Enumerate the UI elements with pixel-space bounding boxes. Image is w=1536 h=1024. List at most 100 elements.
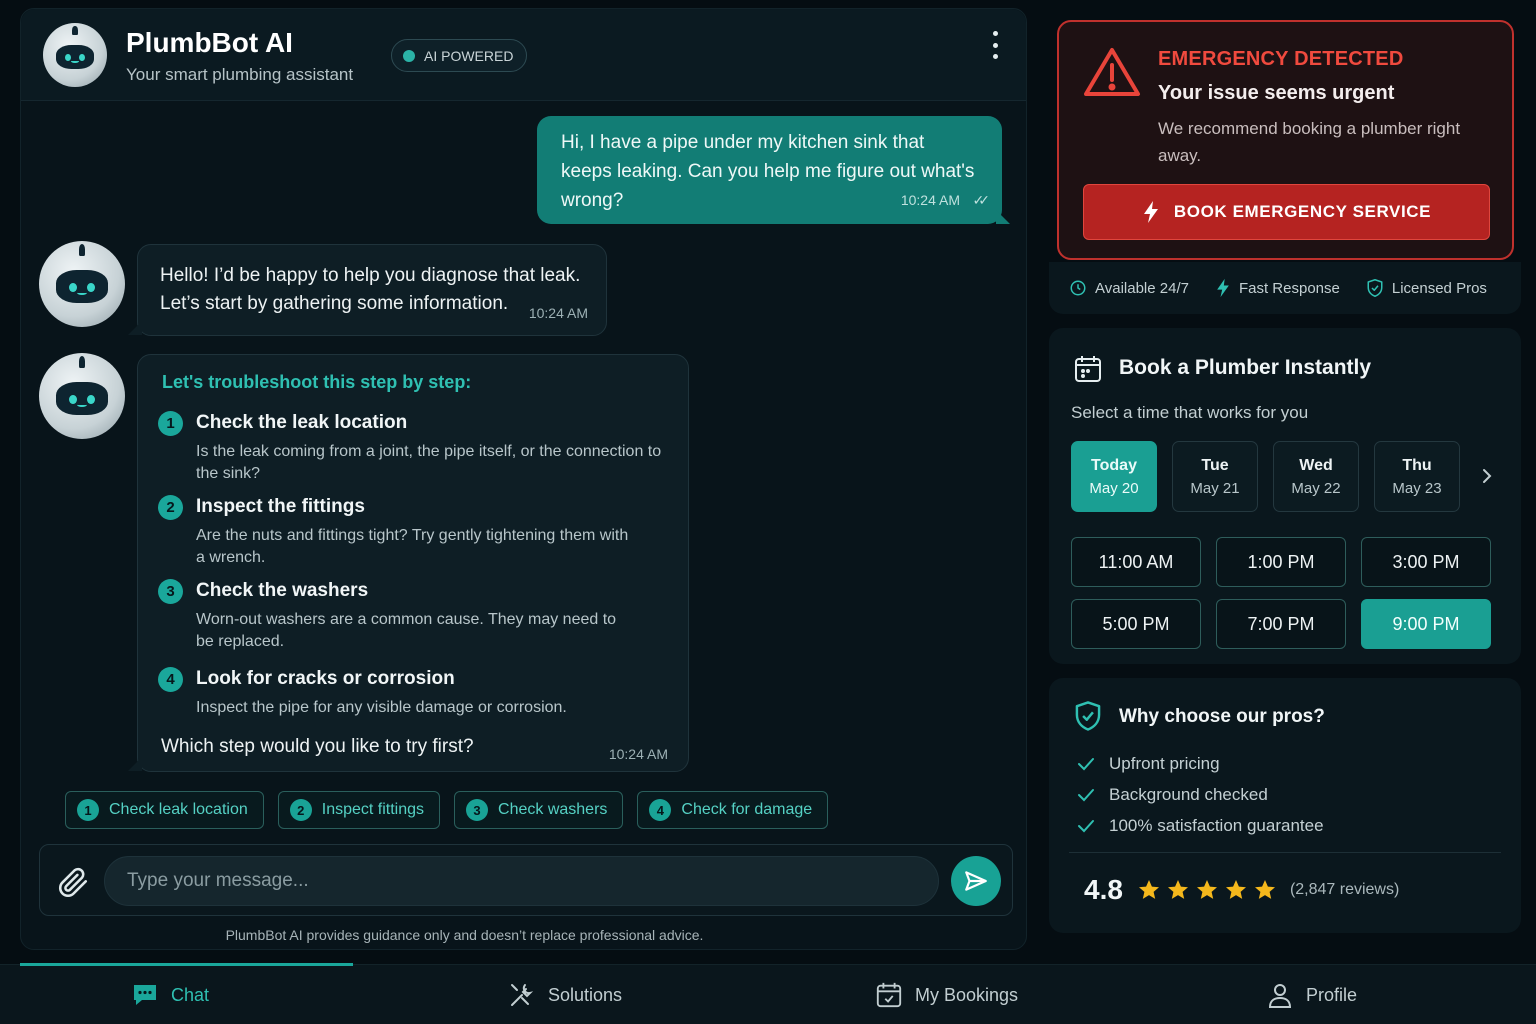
day-name: Thu bbox=[1402, 456, 1432, 474]
send-button[interactable] bbox=[951, 856, 1001, 906]
why-item-label: 100% satisfaction guarantee bbox=[1109, 815, 1324, 835]
why-item: 100% satisfaction guarantee bbox=[1077, 810, 1324, 841]
day-option[interactable]: Thu May 23 bbox=[1374, 441, 1460, 512]
time-slot[interactable]: 1:00 PM bbox=[1216, 537, 1346, 587]
nav-label: Solutions bbox=[548, 984, 623, 1005]
review-count: (2,847 reviews) bbox=[1289, 881, 1400, 898]
steps-title: Let's troubleshoot this step by step: bbox=[162, 372, 472, 392]
lightning-icon bbox=[1217, 278, 1229, 298]
why-item-label: Upfront pricing bbox=[1109, 753, 1220, 773]
feature-label: Fast Response bbox=[1238, 279, 1340, 297]
step-number: 3 bbox=[158, 579, 183, 604]
feature-label: Licensed Pros bbox=[1391, 279, 1487, 297]
bot-message-text: Hello! I’d be happy to help you diagnose… bbox=[160, 265, 581, 314]
nav-chat[interactable]: Chat bbox=[131, 981, 209, 1009]
step-desc: Worn-out washers are a common cause. The… bbox=[196, 611, 617, 650]
chip-number: 1 bbox=[77, 799, 99, 821]
day-option[interactable]: Tue May 21 bbox=[1172, 441, 1258, 512]
why-item-label: Background checked bbox=[1109, 784, 1268, 804]
day-name: Wed bbox=[1299, 456, 1333, 474]
step-number: 2 bbox=[158, 495, 183, 520]
more-options-icon[interactable] bbox=[987, 31, 1003, 59]
booking-title: Book a Plumber Instantly bbox=[1119, 356, 1372, 379]
time-slot[interactable]: 11:00 AM bbox=[1071, 537, 1201, 587]
chat-header: PlumbBot AI Your smart plumbing assistan… bbox=[21, 9, 1026, 101]
why-list: Upfront pricing Background checked 100% … bbox=[1077, 748, 1324, 841]
app-subtitle: Your smart plumbing assistant bbox=[126, 65, 354, 84]
day-name: Tue bbox=[1201, 456, 1229, 474]
nav-my-bookings[interactable]: My Bookings bbox=[875, 981, 1018, 1009]
feature-fast: Fast Response bbox=[1215, 278, 1340, 298]
rating-value: 4.8 bbox=[1084, 874, 1123, 905]
nav-label: My Bookings bbox=[915, 984, 1019, 1005]
time-slot[interactable]: 3:00 PM bbox=[1361, 537, 1491, 587]
bot-message: Hello! I’d be happy to help you diagnose… bbox=[128, 244, 607, 336]
message-time: 10:24 AM bbox=[900, 192, 960, 208]
lightning-icon bbox=[1143, 201, 1158, 223]
why-item: Background checked bbox=[1077, 779, 1324, 810]
chip-number: 4 bbox=[649, 799, 672, 821]
star-icon bbox=[1167, 880, 1188, 899]
chip-label: Check washers bbox=[498, 801, 608, 818]
features-bar: Available 24/7 Fast Response Licensed Pr… bbox=[1049, 262, 1521, 314]
nav-label: Profile bbox=[1306, 984, 1358, 1005]
chip-label: Inspect fittings bbox=[321, 801, 425, 818]
why-title: Why choose our pros? bbox=[1119, 706, 1325, 727]
step-number: 1 bbox=[158, 411, 183, 436]
step-title: Look for cracks or corrosion bbox=[196, 668, 455, 689]
day-option[interactable]: Wed May 22 bbox=[1273, 441, 1359, 512]
quick-reply-check-damage[interactable]: 4 Check for damage bbox=[637, 791, 829, 829]
check-icon bbox=[1078, 757, 1094, 770]
message-input[interactable] bbox=[104, 856, 939, 906]
rating: 4.8 (2,847 reviews) bbox=[1084, 874, 1399, 906]
nav-solutions[interactable]: Solutions bbox=[508, 981, 622, 1009]
paperclip-icon[interactable] bbox=[56, 865, 90, 899]
why-item: Upfront pricing bbox=[1077, 748, 1324, 779]
bottom-nav: Chat Solutions My Bookings Profile bbox=[0, 963, 1536, 1024]
app-title: PlumbBot AI bbox=[126, 27, 293, 58]
disclaimer: PlumbBot AI provides guidance only and d… bbox=[225, 927, 704, 943]
chat-panel: PlumbBot AI Your smart plumbing assistan… bbox=[20, 8, 1027, 950]
day-picker: Today May 20 Tue May 21 Wed May 22 Thu M… bbox=[1071, 441, 1460, 512]
why-choose-card: Why choose our pros? Upfront pricing Bac… bbox=[1049, 678, 1521, 933]
booking-subtitle: Select a time that works for you bbox=[1071, 403, 1309, 422]
message-composer bbox=[39, 844, 1013, 916]
emergency-label: EMERGENCY DETECTED bbox=[1158, 48, 1404, 70]
step-number: 4 bbox=[158, 667, 183, 692]
chat-icon bbox=[134, 985, 156, 1005]
check-icon bbox=[1078, 819, 1094, 832]
chip-number: 2 bbox=[289, 799, 312, 821]
calendar-icon bbox=[1075, 356, 1101, 382]
day-date: May 20 bbox=[1089, 479, 1139, 497]
time-slot[interactable]: 7:00 PM bbox=[1216, 599, 1346, 649]
time-slot[interactable]: 9:00 PM bbox=[1361, 599, 1491, 649]
check-icon bbox=[1078, 788, 1094, 801]
day-date: May 21 bbox=[1190, 479, 1240, 497]
emergency-card: EMERGENCY DETECTED Your issue seems urge… bbox=[1057, 20, 1514, 260]
quick-replies: 1 Check leak location 2 Inspect fittings… bbox=[65, 791, 829, 829]
time-slot[interactable]: 5:00 PM bbox=[1071, 599, 1201, 649]
step-title: Check the leak location bbox=[196, 412, 408, 433]
bot-question: Which step would you like to try first? bbox=[161, 736, 474, 757]
read-receipt-icon: ✓✓ bbox=[972, 192, 991, 208]
quick-reply-check-leak[interactable]: 1 Check leak location bbox=[65, 791, 264, 829]
active-tab-indicator bbox=[20, 963, 353, 966]
bot-avatar-icon bbox=[39, 353, 125, 439]
ai-badge-label: AI POWERED bbox=[424, 47, 514, 64]
booking-card: Book a Plumber Instantly Select a time t… bbox=[1049, 328, 1521, 664]
book-emergency-button[interactable]: BOOK EMERGENCY SERVICE bbox=[1083, 184, 1490, 240]
time-slots: 11:00 AM 1:00 PM 3:00 PM 5:00 PM 7:00 PM… bbox=[1071, 537, 1491, 649]
nav-profile[interactable]: Profile bbox=[1266, 981, 1357, 1009]
chip-label: Check leak location bbox=[109, 801, 248, 818]
quick-reply-inspect-fittings[interactable]: 2 Inspect fittings bbox=[277, 791, 441, 829]
chevron-right-icon[interactable] bbox=[1477, 464, 1497, 488]
send-icon bbox=[965, 871, 987, 891]
day-option[interactable]: Today May 20 bbox=[1071, 441, 1157, 512]
user-icon bbox=[1268, 984, 1292, 1008]
quick-reply-check-washers[interactable]: 3 Check washers bbox=[454, 791, 624, 829]
step-desc: Are the nuts and fittings tight? Try gen… bbox=[196, 527, 629, 566]
chip-number: 3 bbox=[466, 799, 489, 821]
nav-label: Chat bbox=[171, 984, 210, 1005]
emergency-title: Your issue seems urgent bbox=[1158, 82, 1395, 104]
bot-avatar-icon bbox=[43, 23, 107, 87]
